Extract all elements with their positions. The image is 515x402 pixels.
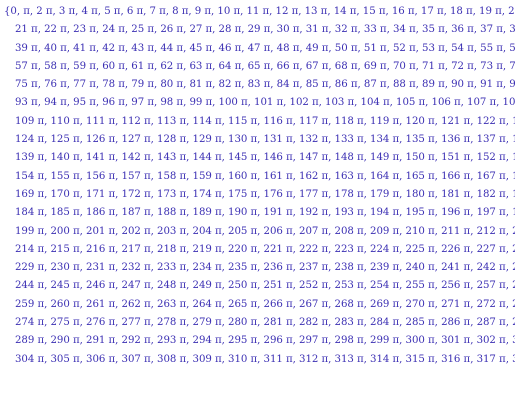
output-line-10: 154 π, 155 π, 156 π, 157 π, 158 π, 159 π… — [15, 170, 515, 182]
output-line-15: 229 π, 230 π, 231 π, 232 π, 233 π, 234 π… — [15, 262, 515, 274]
output-line-13: 199 π, 200 π, 201 π, 202 π, 203 π, 204 π… — [15, 225, 515, 237]
output-line-17: 259 π, 260 π, 261 π, 262 π, 263 π, 264 π… — [15, 298, 515, 310]
output-line-18: 274 π, 275 π, 276 π, 277 π, 278 π, 279 π… — [15, 317, 515, 329]
output-line-2: 21 π, 22 π, 23 π, 24 π, 25 π, 26 π, 27 π… — [15, 24, 515, 36]
output-line-5: 75 π, 76 π, 77 π, 78 π, 79 π, 80 π, 81 π… — [15, 79, 515, 91]
output-line-19: 289 π, 290 π, 291 π, 292 π, 293 π, 294 π… — [15, 335, 515, 347]
output-line-6: 93 π, 94 π, 95 π, 96 π, 97 π, 98 π, 99 π… — [15, 97, 515, 109]
output-line-4: 57 π, 58 π, 59 π, 60 π, 61 π, 62 π, 63 π… — [15, 60, 515, 72]
output-line-16: 244 π, 245 π, 246 π, 247 π, 248 π, 249 π… — [15, 280, 515, 292]
output-line-20: 304 π, 305 π, 306 π, 307 π, 308 π, 309 π… — [15, 353, 515, 365]
output-line-12: 184 π, 185 π, 186 π, 187 π, 188 π, 189 π… — [15, 207, 515, 219]
output-line-8: 124 π, 125 π, 126 π, 127 π, 128 π, 129 π… — [15, 134, 515, 146]
output-line-7: 109 π, 110 π, 111 π, 112 π, 113 π, 114 π… — [15, 115, 515, 127]
output-line-11: 169 π, 170 π, 171 π, 172 π, 173 π, 174 π… — [15, 188, 515, 200]
output-line-1: {0, π, 2 π, 3 π, 4 π, 5 π, 6 π, 7 π, 8 π… — [4, 6, 515, 17]
output-line-9: 139 π, 140 π, 141 π, 142 π, 143 π, 144 π… — [15, 152, 515, 164]
output-line-3: 39 π, 40 π, 41 π, 42 π, 43 π, 44 π, 45 π… — [15, 42, 515, 54]
output-line-14: 214 π, 215 π, 216 π, 217 π, 218 π, 219 π… — [15, 243, 515, 255]
output-cell: {0, π, 2 π, 3 π, 4 π, 5 π, 6 π, 7 π, 8 π… — [0, 3, 515, 369]
